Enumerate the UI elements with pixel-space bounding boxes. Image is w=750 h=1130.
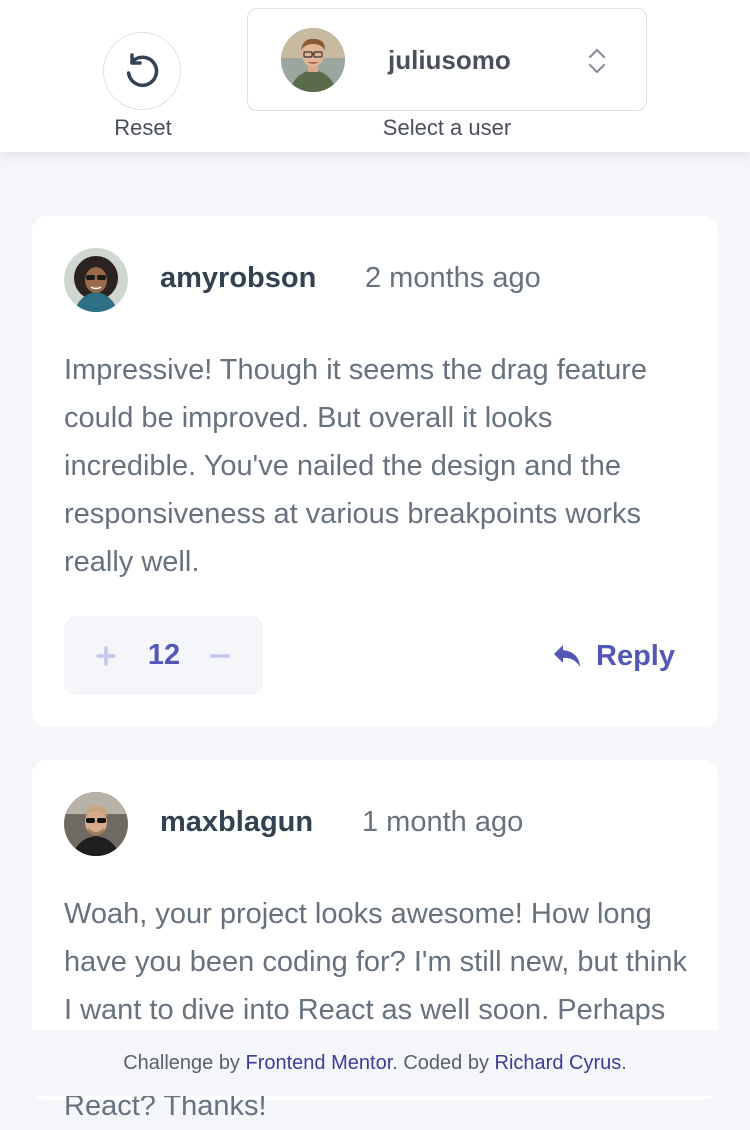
comment-card: amyrobson 2 months ago Impressive! Thoug…: [32, 216, 718, 727]
user-avatar: [64, 792, 128, 856]
reset-icon: [126, 53, 159, 87]
reset-button[interactable]: [103, 32, 181, 110]
footer-suffix: .: [621, 1052, 627, 1074]
page-footer: Challenge by Frontend Mentor. Coded by R…: [0, 1030, 750, 1096]
selected-user-avatar: [281, 28, 345, 92]
comment-timestamp: 2 months ago: [365, 262, 541, 294]
downvote-button[interactable]: [204, 640, 236, 672]
reply-button[interactable]: Reply: [552, 636, 675, 676]
minus-icon: [210, 654, 230, 658]
footer-prefix: Challenge by: [123, 1052, 246, 1074]
comment-timestamp: 1 month ago: [362, 806, 524, 838]
select-user-label: Select a user: [382, 115, 512, 140]
comment-content: Impressive! Though it seems the drag fea…: [64, 354, 647, 578]
frontend-mentor-link[interactable]: Frontend Mentor: [246, 1052, 393, 1074]
footer-middle: . Coded by: [392, 1052, 495, 1074]
user-select-dropdown[interactable]: juliusomo: [247, 8, 647, 111]
vote-control: 12: [64, 616, 263, 695]
app-header: Reset juliusomo Select a user: [0, 0, 750, 152]
chevron-updown-icon: [588, 48, 606, 74]
upvote-button[interactable]: [90, 640, 122, 672]
vote-score: 12: [147, 639, 181, 671]
user-avatar: [64, 248, 128, 312]
comment-username: maxblagun: [160, 806, 314, 838]
plus-icon: [96, 646, 116, 666]
reset-label: Reset: [114, 115, 172, 140]
reply-label: Reply: [596, 639, 675, 672]
selected-username: juliusomo: [388, 45, 511, 75]
reply-icon: [554, 645, 580, 667]
author-link[interactable]: Richard Cyrus: [495, 1052, 622, 1074]
comment-username: amyrobson: [160, 262, 317, 294]
